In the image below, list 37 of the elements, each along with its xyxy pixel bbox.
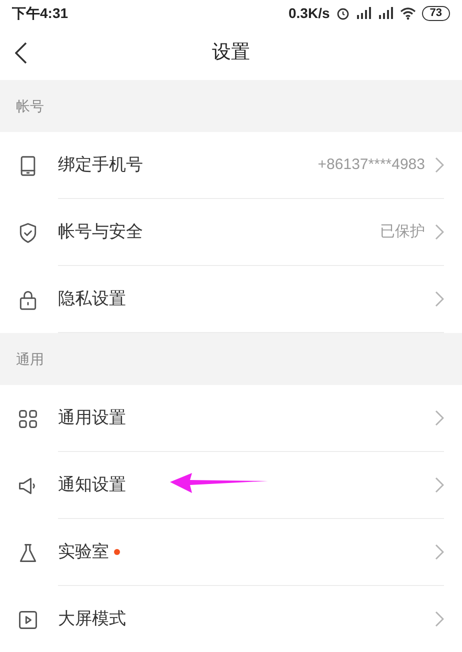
wifi-icon <box>400 6 416 20</box>
status-time: 下午4:31 <box>12 4 68 22</box>
chevron-right-icon <box>435 410 444 426</box>
row-label: 大屏模式 <box>58 608 126 630</box>
settings-row[interactable]: 帐号与安全 已保护 <box>0 199 462 266</box>
page-title: 设置 <box>212 40 250 65</box>
grid-icon <box>17 408 39 430</box>
chevron-right-icon <box>435 291 444 307</box>
row-value: 已保护 <box>380 222 425 242</box>
section-title: 通用 <box>16 350 44 368</box>
chevron-right-icon <box>435 544 444 560</box>
settings-row[interactable]: 绑定手机号 +86137****4983 <box>0 132 462 199</box>
chevron-right-icon <box>435 224 444 240</box>
row-label: 隐私设置 <box>58 288 126 310</box>
settings-row[interactable]: 大屏模式 <box>0 586 462 652</box>
lock-icon <box>17 288 39 310</box>
settings-row[interactable]: 实验室 <box>0 519 462 586</box>
chevron-right-icon <box>435 611 444 627</box>
battery-indicator: 73 <box>422 6 450 20</box>
signal-icon <box>378 7 394 19</box>
network-speed: 0.3K/s <box>288 4 330 22</box>
alarm-icon <box>336 6 350 20</box>
play-icon <box>17 608 39 630</box>
chevron-right-icon <box>435 477 444 493</box>
settings-row[interactable]: 通用设置 <box>0 385 462 452</box>
signal-icon <box>356 7 372 19</box>
shield-check-icon <box>17 222 39 244</box>
row-value: +86137****4983 <box>318 154 425 175</box>
row-label: 绑定手机号 <box>58 154 143 176</box>
back-icon <box>15 42 27 64</box>
flask-icon <box>17 542 39 564</box>
row-label: 实验室 <box>58 541 109 564</box>
row-label: 通知设置 <box>58 474 126 496</box>
section-title: 帐号 <box>16 96 44 116</box>
row-label: 通用设置 <box>58 407 126 430</box>
chevron-right-icon <box>435 157 444 173</box>
row-label: 帐号与安全 <box>58 221 143 244</box>
